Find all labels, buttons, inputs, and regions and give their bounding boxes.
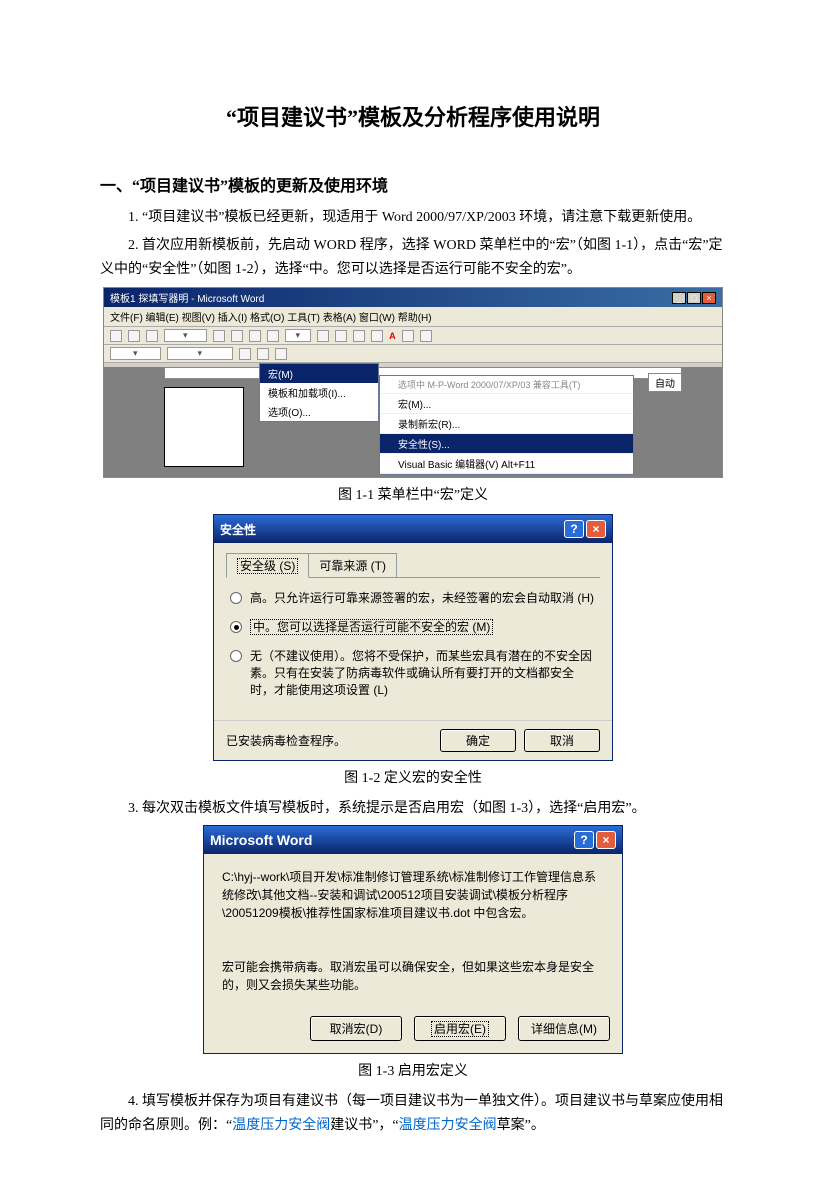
radio-high[interactable] (230, 592, 242, 604)
figure-1-2: 安全性 ? × 安全级 (S) 可靠来源 (T) 高。只允许运行可靠来源签署的宏… (213, 514, 613, 761)
auto-option[interactable]: 自动 (648, 373, 682, 392)
radio-low-label: 无（不建议使用）。您将不受保护，而某些宏具有潜在的不安全因素。只有在安装了防病毒… (250, 648, 596, 698)
toolbar-icon[interactable] (275, 348, 287, 360)
disable-macros-button[interactable]: 取消宏(D) (310, 1016, 402, 1041)
toolbar-icon[interactable] (353, 330, 365, 342)
antivirus-note: 已安装病毒检查程序。 (226, 732, 346, 749)
security-dialog-titlebar: 安全性 ? × (214, 515, 612, 543)
page-title: “项目建议书”模板及分析程序使用说明 (100, 100, 726, 132)
section-1-heading: 一、“项目建议书”模板的更新及使用环境 (100, 172, 726, 196)
tab-trusted-sources[interactable]: 可靠来源 (T) (308, 553, 397, 577)
word-title-text: 模板1 探填写器明 - Microsoft Word (110, 290, 264, 305)
toolbar-icon[interactable] (420, 330, 432, 342)
paragraph-4: 4. 填写模板并保存为项目有建议书（每一项目建议书为一单独文件）。项目建议书与草… (100, 1090, 726, 1138)
close-icon[interactable]: × (586, 520, 606, 538)
close-icon[interactable]: × (596, 831, 616, 849)
radio-high-label: 高。只允许运行可靠来源签署的宏，未经签署的宏会自动取消 (H) (250, 590, 594, 607)
link-example-1: 温度压力安全阀 (232, 1118, 330, 1133)
paragraph-2: 2. 首次应用新模板前，先启动 WORD 程序，选择 WORD 菜单栏中的“宏”… (100, 234, 726, 282)
toolbar-icon[interactable] (249, 330, 261, 342)
radio-medium-label: 中。您可以选择是否运行可能不安全的宏 (M) (250, 619, 493, 636)
tab-security-level[interactable]: 安全级 (S) (226, 553, 309, 578)
macro-warning-text: 宏可能会携带病毒。取消宏虽可以确保安全，但如果这些宏本身是安全的，则又会损失某些… (222, 958, 604, 994)
submenu-record[interactable]: 录制新宏(R)... (380, 414, 633, 434)
toolbar-icon[interactable] (231, 330, 243, 342)
maximize-icon[interactable]: □ (687, 292, 701, 304)
document-page (164, 387, 244, 467)
toolbar-icon[interactable] (267, 330, 279, 342)
details-button[interactable]: 详细信息(M) (518, 1016, 610, 1041)
close-icon[interactable]: × (702, 292, 716, 304)
radio-medium[interactable] (230, 621, 242, 633)
ok-button[interactable]: 确定 (440, 729, 516, 752)
menu-item-macro[interactable]: 宏(M) (260, 364, 378, 383)
submenu-compat[interactable]: 选项中 M-P-Word 2000/07/XP/03 兼容工具(T) (380, 376, 633, 394)
tools-menu-dropdown: 宏(M) 模板和加载项(I)... 选项(O)... (259, 363, 379, 422)
word-menubar[interactable]: 文件(F) 编辑(E) 视图(V) 插入(I) 格式(O) 工具(T) 表格(A… (104, 307, 722, 327)
minimize-icon[interactable]: _ (672, 292, 686, 304)
figure-1-3: Microsoft Word ? × C:\hyj--work\项目开发\标准制… (203, 825, 623, 1054)
font-color-icon[interactable]: A (389, 331, 396, 341)
menu-item-options[interactable]: 选项(O)... (260, 402, 378, 421)
tab-strip: 安全级 (S) 可靠来源 (T) (226, 553, 600, 578)
toolbar-icon[interactable] (257, 348, 269, 360)
toolbar-icon[interactable] (239, 348, 251, 360)
macro-dialog-titlebar: Microsoft Word ? × (204, 826, 622, 854)
zoom-combo[interactable]: ▾ (285, 329, 312, 342)
paragraph-1: 1. “项目建议书”模板已经更新，现适用于 Word 2000/97/XP/20… (100, 206, 726, 230)
word-toolbar-1[interactable]: ▾ ▾ A (104, 327, 722, 345)
submenu-macros[interactable]: 宏(M)... (380, 394, 633, 414)
word-document-area: 宏(M) 模板和加载项(I)... 选项(O)... 选项中 M-P-Word … (104, 367, 722, 477)
cancel-button[interactable]: 取消 (524, 729, 600, 752)
submenu-security[interactable]: 安全性(S)... (380, 434, 633, 454)
help-icon[interactable]: ? (564, 520, 584, 538)
figure-1-1-caption: 图 1-1 菜单栏中“宏”定义 (100, 484, 726, 504)
dialog-title-text: Microsoft Word (210, 832, 312, 848)
toolbar-icon[interactable] (402, 330, 414, 342)
radio-low[interactable] (230, 650, 242, 662)
toolbar-icon[interactable] (335, 330, 347, 342)
toolbar-icon[interactable] (213, 330, 225, 342)
font-combo[interactable]: ▾ (167, 347, 234, 360)
toolbar-icon[interactable] (146, 330, 158, 342)
macro-submenu: 选项中 M-P-Word 2000/07/XP/03 兼容工具(T) 宏(M).… (379, 375, 634, 475)
style-combo[interactable]: ▾ (110, 347, 161, 360)
enable-macros-button[interactable]: 启用宏(E) (414, 1016, 506, 1041)
figure-1-2-caption: 图 1-2 定义宏的安全性 (100, 767, 726, 787)
help-icon[interactable]: ? (574, 831, 594, 849)
menu-item-templates[interactable]: 模板和加载项(I)... (260, 383, 378, 402)
paragraph-3: 3. 每次双击模板文件填写模板时，系统提示是否启用宏（如图 1-3），选择“启用… (100, 797, 726, 821)
link-example-2: 温度压力安全阀 (399, 1118, 497, 1133)
toolbar-icon[interactable] (371, 330, 383, 342)
submenu-vbe[interactable]: Visual Basic 编辑器(V) Alt+F11 (380, 454, 633, 474)
word-toolbar-2[interactable]: ▾ ▾ (104, 345, 722, 363)
toolbar-icon[interactable] (317, 330, 329, 342)
word-titlebar: 模板1 探填写器明 - Microsoft Word _ □ × (104, 288, 722, 307)
figure-1-3-caption: 图 1-3 启用宏定义 (100, 1060, 726, 1080)
macro-warning-path: C:\hyj--work\项目开发\标准制修订管理系统\标准制修订工作管理信息系… (222, 868, 604, 922)
dialog-title-text: 安全性 (220, 521, 256, 538)
toolbar-icon[interactable] (110, 330, 122, 342)
toolbar-icon[interactable] (128, 330, 140, 342)
font-combo[interactable]: ▾ (164, 329, 207, 342)
figure-1-1: 模板1 探填写器明 - Microsoft Word _ □ × 文件(F) 编… (103, 287, 723, 478)
